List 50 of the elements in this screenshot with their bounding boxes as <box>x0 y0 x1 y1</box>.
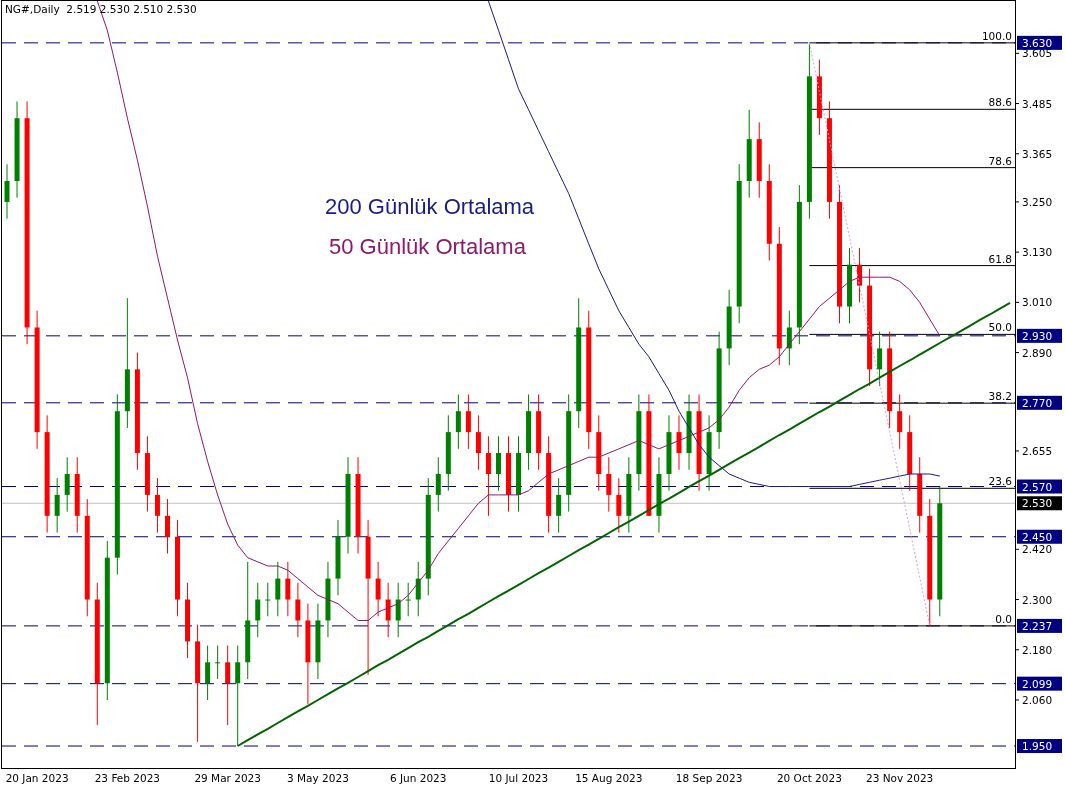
axis-label: 2.420 <box>1022 543 1053 556</box>
axis-label: 29 Mar 2023 <box>194 772 261 784</box>
price-label: 2.099 <box>1017 676 1062 691</box>
axis-label: 15 Aug 2023 <box>575 772 643 784</box>
ref-line-label: 2.770 <box>1022 396 1053 409</box>
axis-label: 2.060 <box>1022 694 1053 706</box>
axis-label: 2.655 <box>1022 444 1053 457</box>
ref-line-label: 2.237 <box>1022 619 1053 632</box>
price-label: 2.450 <box>1017 529 1062 544</box>
fibonacci-label: 50.0 <box>988 321 1012 334</box>
axis-label: 20 Jan 2023 <box>5 772 69 784</box>
axis-label: 2.890 <box>1022 346 1053 359</box>
fibonacci-label: 61.8 <box>988 252 1012 265</box>
axis-label: 20 Oct 2023 <box>776 772 842 784</box>
fibonacci-label: 23.6 <box>988 475 1012 488</box>
ref-line-label: 2.930 <box>1022 329 1053 342</box>
chart-title: NG#,Daily 2.519 2.530 2.510 2.530 <box>5 3 197 15</box>
ref-line-label: 3.630 <box>1022 36 1053 49</box>
axis-label: 3.130 <box>1022 246 1053 259</box>
legend-text: 200 Günlük Ortalama <box>325 194 535 219</box>
ref-line-label: 1.950 <box>1022 740 1053 753</box>
price-label: 2.930 <box>1017 328 1062 343</box>
axis-label: 6 Jun 2023 <box>390 772 447 784</box>
ref-line-label: 2.099 <box>1022 677 1053 690</box>
fibonacci-label: 78.6 <box>988 154 1012 167</box>
axis-label: 10 Jul 2023 <box>488 772 549 784</box>
fibonacci-label: 0.0 <box>995 612 1012 625</box>
axis-label: 23 Feb 2023 <box>94 772 161 784</box>
price-label: 1.950 <box>1017 739 1062 754</box>
ref-line-label: 2.450 <box>1022 530 1053 543</box>
legend-text: 50 Günlük Ortalama <box>329 234 526 259</box>
axis-label: 3.010 <box>1022 296 1053 309</box>
axis-label: 3.605 <box>1022 47 1053 60</box>
price-label: 3.630 <box>1017 35 1062 50</box>
axis-label: 3 May 2023 <box>287 772 349 784</box>
axis-label: 18 Sep 2023 <box>675 772 743 784</box>
axis-label: 23 Nov 2023 <box>866 772 934 784</box>
price-label: 2.237 <box>1017 618 1062 633</box>
fibonacci-label: 38.2 <box>988 390 1012 403</box>
price-label: 2.570 <box>1017 479 1062 494</box>
ref-line-label: 2.570 <box>1022 480 1053 493</box>
axis-label: 2.300 <box>1022 593 1053 606</box>
axis-label: 3.250 <box>1022 195 1053 208</box>
price-label: 2.530 <box>1017 496 1062 511</box>
price-label: 2.770 <box>1017 395 1062 410</box>
axis-label: 3.485 <box>1022 97 1053 110</box>
fibonacci-label: 88.6 <box>988 96 1012 109</box>
axis-label: 2.180 <box>1022 643 1053 656</box>
fibonacci-label: 100.0 <box>981 29 1012 42</box>
axis-label: 3.365 <box>1022 147 1053 160</box>
